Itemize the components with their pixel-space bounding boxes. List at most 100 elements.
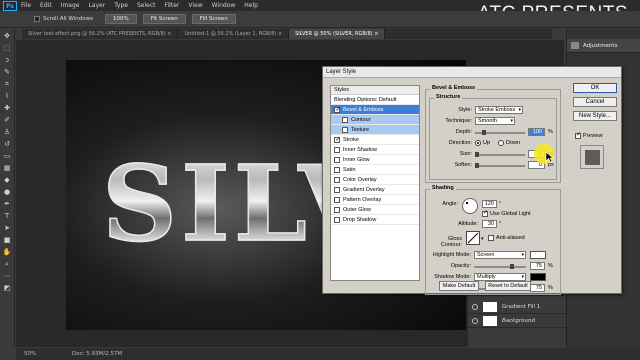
anti-aliased-row[interactable]: Anti-aliased [488,235,525,241]
menu-item-file[interactable]: File [21,2,31,9]
layer-row-background[interactable]: Background [468,314,566,328]
type-tool-icon[interactable]: T [2,211,13,221]
shadow-color-swatch[interactable] [530,273,546,281]
style-checkbox[interactable] [334,186,340,193]
zoom-tool-icon[interactable]: ⌕ [2,259,13,269]
highlight-opacity-slider[interactable] [474,264,526,269]
scroll-all-windows-checkbox[interactable] [34,16,40,22]
style-item-texture[interactable]: Texture [331,125,419,135]
soften-slider[interactable] [475,163,525,168]
style-item-outer-glow[interactable]: Outer Glow [331,205,419,215]
hand-tool-icon[interactable]: ✋ [2,247,13,257]
ok-button[interactable]: OK [573,83,617,93]
menu-item-help[interactable]: Help [244,2,258,9]
style-item-bevel-emboss[interactable]: Bevel & Emboss [331,105,419,115]
brush-tool-icon[interactable]: ✐ [2,115,13,125]
eye-icon[interactable] [472,317,478,324]
eyedropper-tool-icon[interactable]: ⌇ [2,91,13,101]
soften-knob[interactable] [475,163,479,168]
style-item-color-overlay[interactable]: Color Overlay [331,175,419,185]
more-tools-icon[interactable]: ⋯ [2,271,13,281]
style-item-satin[interactable]: Satin [331,165,419,175]
shadow-mode-select[interactable]: Multiply [474,273,526,281]
gloss-contour-picker[interactable] [466,231,480,245]
new-style-button[interactable]: New Style... [573,111,617,121]
layer-row-gradient-fill[interactable]: Gradient Fill 1 [468,300,566,314]
move-tool-icon[interactable]: ✥ [2,31,13,41]
eye-icon[interactable] [472,303,478,310]
quick-select-tool-icon[interactable]: ✎ [2,67,13,77]
pen-tool-icon[interactable]: ✒ [2,199,13,209]
cancel-button[interactable]: Cancel [573,97,617,107]
color-swatches-icon[interactable]: ◩ [2,283,13,293]
direction-down-radio[interactable] [498,140,504,146]
direction-up-radio[interactable] [475,140,481,146]
angle-input[interactable]: 120 [482,200,497,208]
document-tab[interactable]: Silver text effect.png @ 56.2% (ATC PRES… [22,29,179,39]
shape-tool-icon[interactable]: ■ [2,235,13,245]
lasso-tool-icon[interactable]: ↄ [2,55,13,65]
style-checkbox[interactable] [334,196,340,203]
adjustments-panel-header[interactable]: Adjustments [567,39,640,53]
style-item-gradient-overlay[interactable]: Gradient Overlay [331,185,419,195]
style-item-inner-shadow[interactable]: Inner Shadow [331,145,419,155]
healing-tool-icon[interactable]: ✚ [2,103,13,113]
highlight-opacity-knob[interactable] [510,264,514,269]
highlight-mode-select[interactable]: Screen [474,251,526,259]
style-checkbox[interactable] [334,156,340,163]
menu-item-filter[interactable]: Filter [165,2,180,9]
contour-dropdown-icon[interactable]: ▾ [481,236,484,242]
blending-options-item[interactable]: Blending Options: Default [331,95,419,105]
menu-item-view[interactable]: View [188,2,202,9]
style-item-drop-shadow[interactable]: Drop Shadow [331,215,419,225]
style-checkbox[interactable] [334,136,340,143]
use-global-light-checkbox[interactable]: ✓ [482,210,488,217]
style-checkbox[interactable] [334,216,340,223]
style-checkbox[interactable] [334,166,340,173]
style-checkbox[interactable] [342,126,348,133]
style-checkbox[interactable] [334,206,340,213]
style-checkbox[interactable] [334,146,340,153]
depth-input[interactable]: 100 [528,128,545,136]
dodge-tool-icon[interactable]: ● [2,187,13,197]
menu-item-type[interactable]: Type [114,2,128,9]
document-tab[interactable]: SILVER @ 50% (SILVER, RGB/8) × [289,29,386,39]
technique-select[interactable]: Smooth [475,117,515,125]
crop-tool-icon[interactable]: ⌗ [2,79,13,89]
style-item-contour[interactable]: Contour [331,115,419,125]
menu-item-select[interactable]: Select [137,2,156,9]
menu-item-image[interactable]: Image [61,2,80,9]
depth-slider[interactable] [475,130,525,135]
style-item-inner-glow[interactable]: Inner Glow [331,155,419,165]
style-item-pattern-overlay[interactable]: Pattern Overlay [331,195,419,205]
document-tab[interactable]: Untitled-1 @ 56.2% (Layer 1, RGB/8) × [178,29,290,39]
shadow-opacity-input[interactable]: 75 [530,284,545,292]
highlight-color-swatch[interactable] [530,251,546,259]
depth-knob[interactable] [482,130,486,135]
zoom-level[interactable]: 50% [24,351,72,357]
path-select-tool-icon[interactable]: ➤ [2,223,13,233]
preview-checkbox[interactable]: ✓ [575,132,581,139]
size-slider[interactable] [475,152,525,157]
marquee-tool-icon[interactable]: ⬚ [2,43,13,53]
reset-to-default-button[interactable]: Reset to Default [485,281,531,291]
menu-item-window[interactable]: Window [212,2,236,9]
use-global-light-row[interactable]: ✓ Use Global Light [482,210,531,217]
menu-item-layer[interactable]: Layer [88,2,105,9]
fit-screen-button[interactable]: Fit Screen [142,14,186,24]
zoom-100-button[interactable]: 100% [104,14,137,24]
make-default-button[interactable]: Make Default [439,281,479,291]
eraser-tool-icon[interactable]: ▭ [2,151,13,161]
preview-row[interactable]: ✓ Preview [575,132,603,139]
size-knob[interactable] [475,152,479,157]
highlight-opacity-input[interactable]: 75 [530,262,545,270]
history-brush-tool-icon[interactable]: ↺ [2,139,13,149]
anti-aliased-checkbox[interactable] [488,235,494,241]
bevel-style-select[interactable]: Stroke Emboss [475,106,523,114]
angle-dial[interactable] [462,198,478,214]
altitude-input[interactable]: 30 [482,220,497,228]
gradient-tool-icon[interactable]: ▦ [2,163,13,173]
menu-item-edit[interactable]: Edit [40,2,52,9]
fill-screen-button[interactable]: Fill Screen [191,14,236,24]
style-item-stroke[interactable]: Stroke [331,135,419,145]
